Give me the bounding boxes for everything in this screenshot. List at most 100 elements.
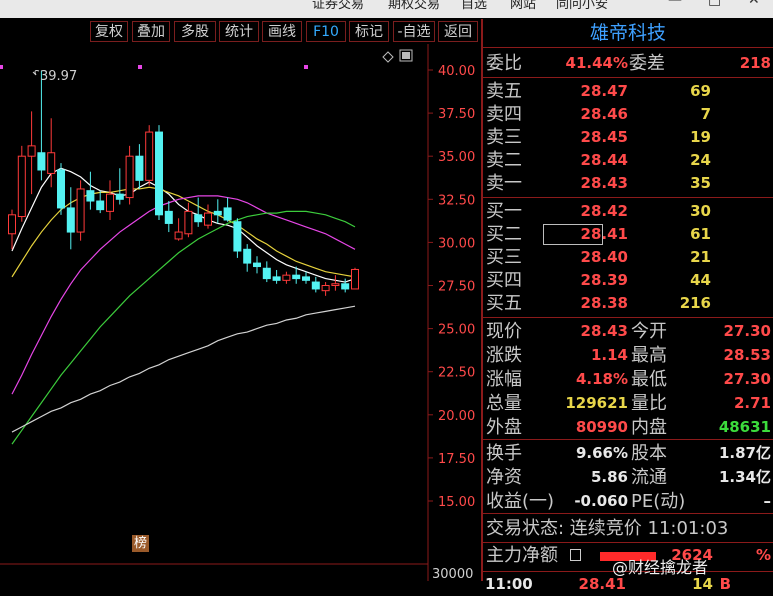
main-flow-icon[interactable]	[570, 549, 581, 561]
bid-level-2[interactable]: 买二 28.41 61	[483, 223, 773, 246]
candlestick[interactable]	[86, 171, 95, 210]
moving-average-line	[11, 210, 356, 445]
menu-securities-trading[interactable]: 证券交易	[312, 0, 364, 12]
candlestick[interactable]	[243, 244, 252, 272]
menu-watchlist[interactable]: 自选	[461, 0, 487, 12]
candlestick[interactable]	[272, 269, 281, 284]
candlestick[interactable]	[311, 276, 320, 293]
candlestick[interactable]	[204, 204, 212, 229]
stat-value: 80990	[575, 418, 628, 436]
mark-button[interactable]: 标记	[349, 21, 389, 42]
candlestick[interactable]	[351, 267, 359, 290]
remove-watchlist-button[interactable]: -自选	[393, 21, 435, 42]
candlestick[interactable]	[233, 218, 242, 258]
candlestick[interactable]	[76, 180, 85, 241]
selected-price-box	[543, 224, 603, 245]
bid-level-1[interactable]: 买一 28.42 30	[483, 200, 773, 223]
candlestick[interactable]	[194, 197, 203, 227]
stat-value: 1.34亿	[718, 468, 771, 486]
candlestick[interactable]	[66, 187, 75, 250]
ask-volume: 7	[700, 105, 711, 123]
quote-stat-row: 换手 9.66% 股本 1.87亿	[486, 443, 771, 464]
bid-volume: 44	[690, 271, 711, 289]
overlay-button[interactable]: 叠加	[132, 21, 170, 42]
candlestick[interactable]	[155, 125, 163, 220]
maximize-icon[interactable]: □	[708, 0, 721, 8]
ask-level-1[interactable]: 卖一 28.43 35	[483, 172, 773, 195]
candlestick[interactable]	[125, 145, 134, 205]
stat-value: -0.060	[574, 492, 628, 510]
candlestick[interactable]	[223, 197, 232, 222]
draw-line-button[interactable]: 画线	[262, 21, 302, 42]
menu-website[interactable]: 网站	[510, 0, 536, 12]
candlestick[interactable]	[8, 209, 16, 250]
stat-value: 1.87亿	[718, 444, 771, 462]
price-tick-label: 27.50	[438, 280, 475, 295]
stat-value: 9.66%	[575, 444, 628, 462]
bid-level-3[interactable]: 买三 28.40 21	[483, 246, 773, 269]
price-tick-label: 22.50	[438, 366, 475, 381]
fuquan-button[interactable]: 复权	[90, 21, 128, 42]
candlestick[interactable]	[57, 163, 65, 215]
price-tick-label: 35.00	[438, 150, 475, 165]
candlestick[interactable]	[184, 202, 193, 238]
ask-volume: 35	[690, 174, 711, 192]
stat-value: 27.30	[723, 370, 771, 388]
price-tick-label: 20.00	[438, 409, 475, 424]
bid-level-4[interactable]: 买四 28.39 44	[483, 269, 773, 292]
tick-flag: B	[719, 575, 731, 593]
candlestick[interactable]	[96, 190, 105, 214]
candlestick[interactable]	[213, 199, 222, 224]
close-icon[interactable]: ✕	[748, 0, 760, 8]
menu-ask[interactable]: 同问小安	[556, 0, 608, 12]
candlestick[interactable]	[174, 218, 183, 241]
stat-value: 28.43	[580, 322, 628, 340]
candlestick[interactable]	[145, 125, 154, 186]
stat-value: 2.71	[733, 394, 771, 412]
candlestick[interactable]	[253, 256, 261, 274]
moving-average-line	[11, 305, 356, 433]
candlestick[interactable]	[37, 70, 46, 181]
quote-stat-row: 净资 5.86 流通 1.34亿	[486, 467, 771, 488]
ranking-badge[interactable]: 榜	[132, 535, 149, 552]
ask-volume: 69	[690, 82, 711, 100]
price-tick-label: 37.50	[438, 107, 475, 122]
minimize-icon[interactable]: —	[668, 0, 682, 8]
price-tick-label: 40.00	[438, 64, 475, 79]
statistics-button[interactable]: 统计	[219, 21, 259, 42]
candlestick[interactable]	[302, 271, 310, 284]
quote-stat-row: 涨幅 4.18% 最低 27.30	[486, 369, 771, 390]
stat-value: –	[763, 492, 772, 510]
ask-level-5[interactable]: 卖五 28.47 69	[483, 80, 773, 103]
candlestick[interactable]	[135, 144, 144, 189]
price-tick-label: 30.00	[438, 236, 475, 251]
menu-options-trading[interactable]: 期权交易	[388, 0, 440, 12]
quote-stat-row: 收益(一) -0.060 PE(动) –	[486, 491, 772, 512]
f10-button[interactable]: F10	[306, 21, 346, 42]
ask-price: 28.47	[580, 82, 628, 100]
candlestick[interactable]	[282, 271, 291, 284]
candlestick[interactable]	[106, 180, 114, 220]
stock-name: 雄帝科技	[589, 22, 666, 44]
candlestick[interactable]	[164, 201, 173, 233]
stat-value: 48631	[718, 418, 771, 436]
kline-chart[interactable]: 40.00 37.50 35.00 32.50 30.00 27.50 25.00 22.50…	[0, 44, 480, 581]
candlestick[interactable]	[17, 145, 26, 222]
candlestick[interactable]	[115, 168, 124, 205]
price-tick-label: 15.00	[438, 495, 475, 510]
bid-level-5[interactable]: 买五 28.38 216	[483, 292, 773, 315]
tick-time: 11:00	[485, 575, 533, 593]
candlestick[interactable]	[262, 261, 271, 283]
ask-level-2[interactable]: 卖二 28.44 24	[483, 149, 773, 172]
stat-value: 1.14	[590, 346, 628, 364]
ask-level-3[interactable]: 卖三 28.45 19	[483, 126, 773, 149]
candlestick[interactable]	[331, 275, 340, 291]
quote-stat-row: 总量 129621 量比 2.71	[486, 393, 771, 414]
multi-stock-button[interactable]: 多股	[174, 21, 216, 42]
diamond-icon[interactable]	[382, 51, 394, 63]
ask-level-4[interactable]: 卖四 28.46 7	[483, 103, 773, 126]
back-button[interactable]: 返回	[438, 21, 478, 42]
candlestick[interactable]	[321, 282, 330, 296]
quote-stat-row: 涨跌 1.14 最高 28.53	[486, 345, 771, 366]
candlestick[interactable]	[27, 111, 36, 195]
